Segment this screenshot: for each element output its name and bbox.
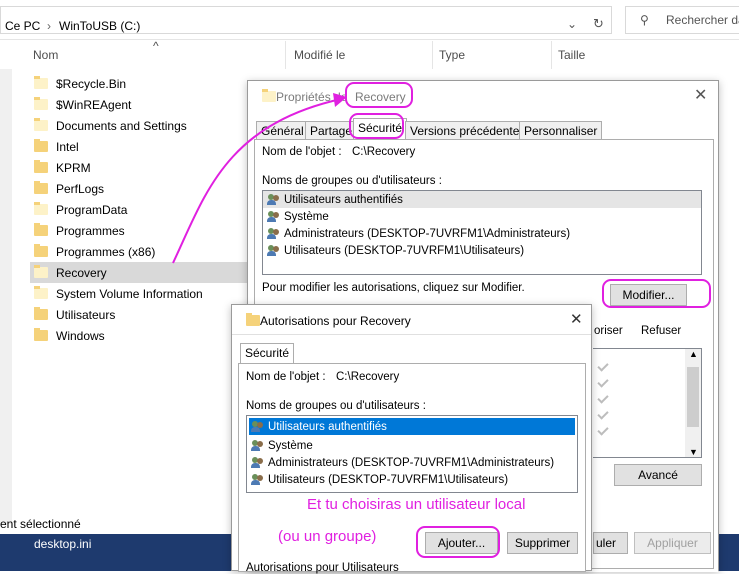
folder-icon: [34, 160, 48, 173]
groups-label: Noms de groupes ou d'utilisateurs :: [246, 400, 426, 412]
folder-icon: [34, 307, 48, 320]
arrow-line: [172, 98, 342, 264]
check-icon: [597, 408, 609, 420]
users-icon: [251, 439, 265, 452]
folder-icon: [34, 328, 48, 341]
shortcut-folder-icon: [34, 118, 48, 131]
search-box[interactable]: ⚲ Rechercher da: [625, 6, 739, 34]
address-box[interactable]: Ce PC › WinToUSB (C:) ⌄ ↻: [0, 6, 612, 34]
permissions-title: Autorisations pour Recovery: [260, 314, 411, 328]
scroll-up-icon[interactable]: ▲: [689, 349, 698, 359]
file-item-system-volume-information[interactable]: System Volume Information: [30, 283, 260, 304]
object-name-value: C:\Recovery: [336, 371, 400, 383]
scrollbar[interactable]: ▲ ▼: [685, 349, 701, 457]
annotation-note-2: (ou un groupe): [278, 528, 377, 545]
folder-icon: [34, 97, 48, 110]
users-icon: [251, 420, 265, 433]
address-bar: Ce PC › WinToUSB (C:) ⌄ ↻ ⚲ Rechercher d…: [0, 0, 739, 40]
modify-hint: Pour modifier les autorisations, cliquez…: [262, 282, 525, 294]
object-name-label: Nom de l'objet :: [246, 371, 326, 383]
users-list: Utilisateurs authentifiés Système Admini…: [246, 415, 578, 493]
deny-column-label: Refuser: [641, 325, 682, 337]
arrow-head: [333, 93, 347, 107]
column-header: Nom ^ Modifié le Type Taille: [0, 39, 739, 69]
column-type[interactable]: Type: [439, 48, 465, 62]
column-modified[interactable]: Modifié le: [294, 48, 345, 62]
users-icon: [251, 473, 265, 486]
apply-button[interactable]: Appliquer: [634, 532, 711, 554]
annotation-note-1: Et tu choisiras un utilisateur local: [307, 496, 526, 513]
close-icon[interactable]: ✕: [694, 85, 707, 105]
folder-icon: [246, 313, 260, 326]
check-icon: [597, 392, 609, 404]
highlight-ring-add: [416, 526, 500, 558]
folder-icon: [34, 265, 48, 278]
breadcrumb-drive[interactable]: WinToUSB (C:): [59, 19, 140, 33]
chevron-down-icon[interactable]: ⌄: [567, 17, 577, 31]
breadcrumb-this-pc[interactable]: Ce PC: [5, 19, 40, 33]
users-icon: [251, 456, 265, 469]
permissions-list: ▲ ▼: [593, 348, 702, 458]
status-bar-text: ent sélectionné: [0, 517, 81, 531]
folder-icon: [34, 76, 48, 89]
tab-previous-versions[interactable]: Versions précédentes: [405, 121, 531, 139]
sort-up-icon: ^: [153, 39, 159, 53]
search-placeholder: Rechercher da: [666, 13, 739, 27]
check-icon: [597, 376, 609, 388]
folder-icon: [34, 223, 48, 236]
column-name[interactable]: Nom: [33, 48, 58, 62]
check-icon: [597, 360, 609, 372]
cancel-button[interactable]: uler: [593, 532, 628, 554]
folder-icon: [34, 244, 48, 257]
list-item[interactable]: Utilisateurs authentifiés: [249, 418, 575, 435]
column-size[interactable]: Taille: [558, 48, 585, 62]
folder-icon: [34, 139, 48, 152]
check-icon: [597, 424, 609, 436]
remove-button[interactable]: Supprimer: [507, 532, 578, 554]
permissions-for-label: Autorisations pour Utilisateurs: [246, 562, 399, 574]
highlight-ring-modify: [602, 279, 711, 308]
permissions-title-bar: Autorisations pour Recovery ✕: [232, 305, 591, 335]
breadcrumb-separator-icon: ›: [47, 19, 51, 33]
desktop-item-desktop-ini[interactable]: desktop.ini: [34, 537, 91, 551]
list-item[interactable]: Système: [247, 437, 577, 454]
list-item[interactable]: Utilisateurs (DESKTOP-7UVRFM1\Utilisateu…: [247, 471, 577, 488]
advanced-button[interactable]: Avancé: [614, 464, 702, 486]
refresh-icon[interactable]: ↻: [593, 16, 604, 32]
folder-icon: [34, 181, 48, 194]
folder-icon: [34, 286, 48, 299]
close-icon[interactable]: ✕: [570, 310, 583, 328]
scrollbar-thumb[interactable]: [687, 367, 699, 427]
search-icon: ⚲: [640, 13, 649, 27]
tab-customize[interactable]: Personnaliser: [519, 121, 603, 139]
file-item-windows[interactable]: Windows: [30, 325, 260, 346]
scroll-down-icon[interactable]: ▼: [689, 447, 698, 457]
file-item-utilisateurs[interactable]: Utilisateurs: [30, 304, 260, 325]
annotation-arrow: [172, 93, 347, 264]
tab-security[interactable]: Sécurité: [240, 343, 295, 363]
list-item[interactable]: Administrateurs (DESKTOP-7UVRFM1\Adminis…: [247, 454, 577, 471]
folder-icon: [34, 202, 48, 215]
allow-column-label: oriser: [594, 325, 623, 337]
